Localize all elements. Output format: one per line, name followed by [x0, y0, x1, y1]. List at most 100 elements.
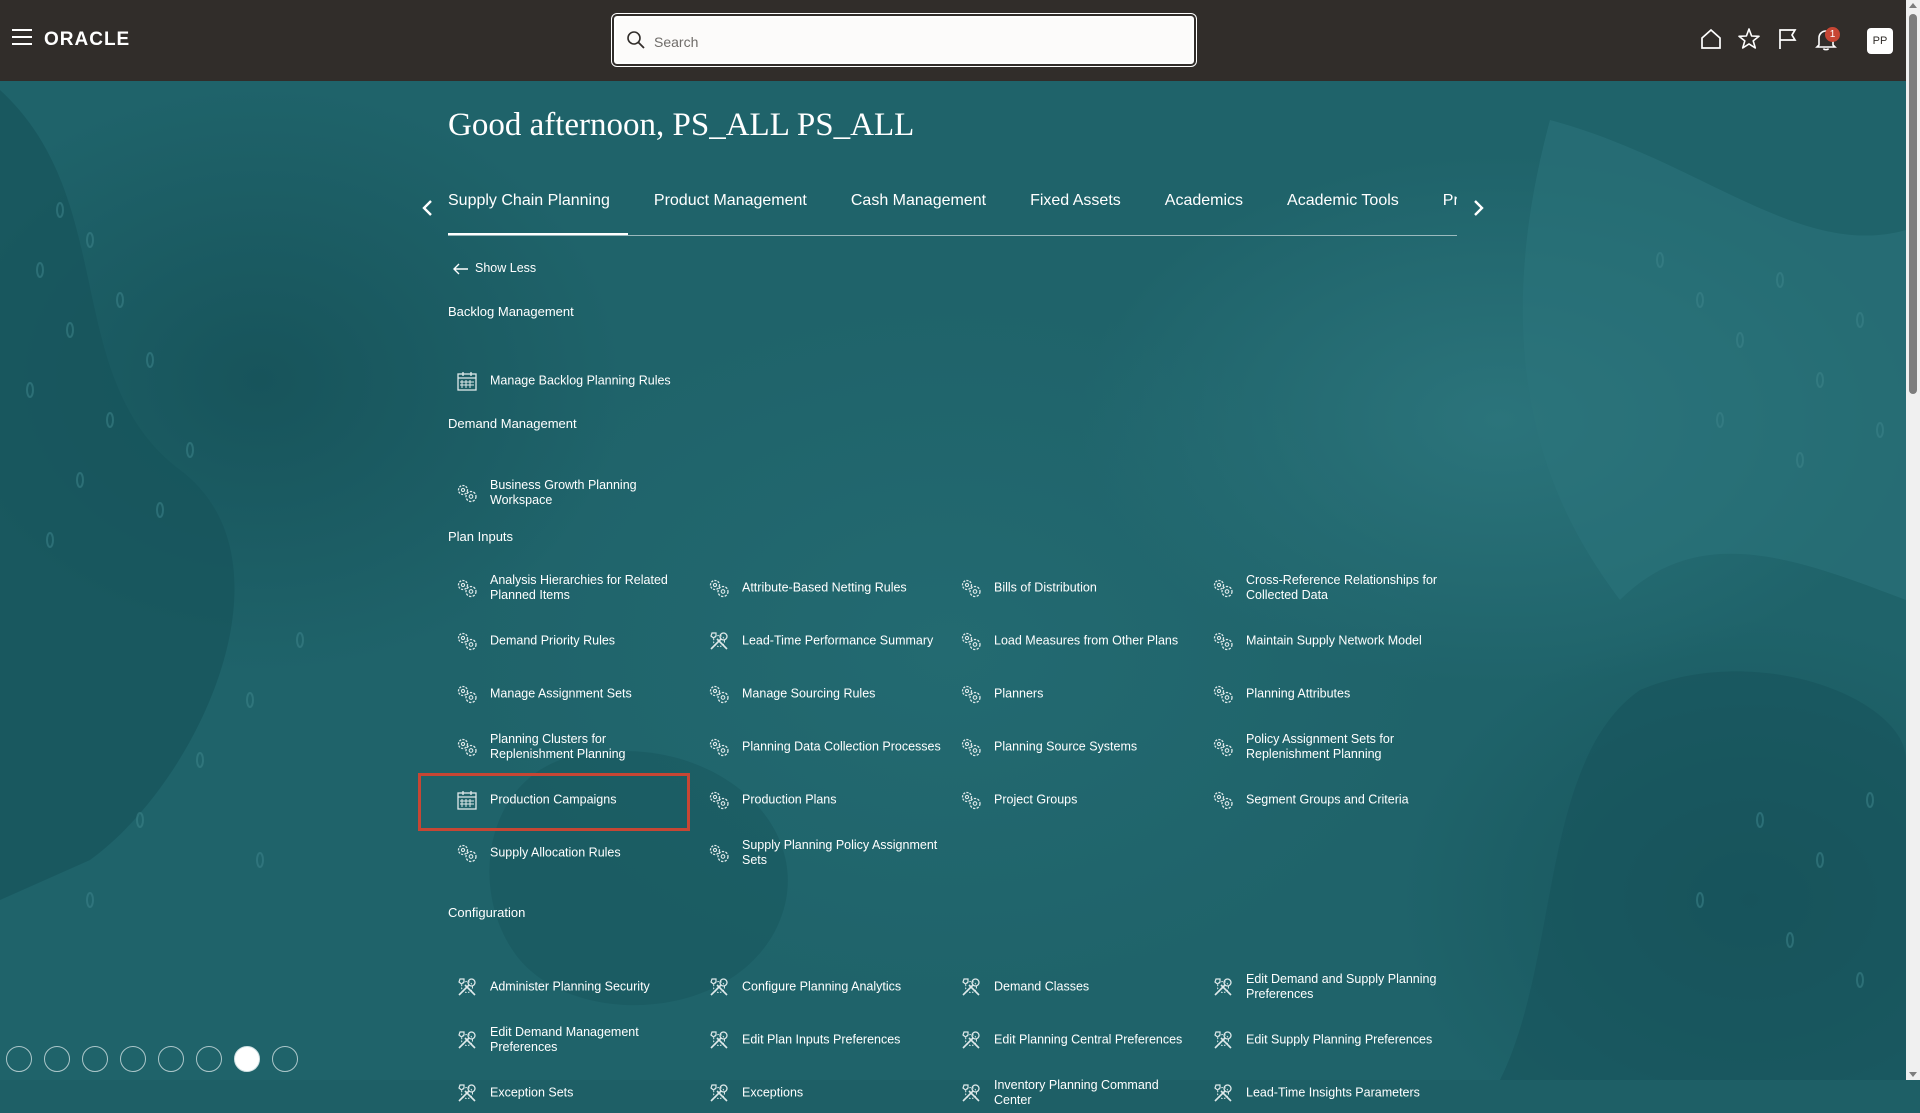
tab-list: Supply Chain Planning Product Management C…	[448, 181, 1457, 236]
section-title-demand-management: Demand Management	[448, 416, 577, 431]
section-title-backlog-management: Backlog Management	[448, 304, 574, 319]
tab-supply-chain-planning[interactable]: Supply Chain Planning	[448, 181, 628, 235]
task-inventory-planning-command-center[interactable]: Inventory Planning Command Center	[952, 1073, 1192, 1113]
task-edit-planning-central-preferences[interactable]: Edit Planning Central Preferences	[952, 1020, 1192, 1060]
search-box[interactable]	[614, 16, 1194, 64]
task-label: Inventory Planning Command Center	[994, 1078, 1159, 1107]
tools-icon	[959, 975, 983, 999]
task-edit-demand-management-preferences[interactable]: Edit Demand Management Preferences	[448, 1020, 688, 1060]
gears-icon	[707, 576, 731, 600]
gears-icon	[455, 735, 479, 759]
user-avatar[interactable]: PP	[1867, 28, 1893, 54]
task-load-measures-from-other-plans[interactable]: Load Measures from Other Plans	[952, 621, 1192, 661]
video-camera-icon[interactable]	[234, 1046, 260, 1072]
task-label: Lead-Time Performance Summary	[742, 633, 934, 648]
task-configure-planning-analytics[interactable]: Configure Planning Analytics	[700, 967, 940, 1007]
gears-icon	[707, 788, 731, 812]
search-icon	[627, 31, 645, 49]
zoom-icon[interactable]	[158, 1046, 184, 1072]
more-options-icon[interactable]	[272, 1046, 298, 1072]
hamburger-menu-icon[interactable]	[12, 29, 32, 47]
home-icon[interactable]	[1698, 26, 1724, 52]
tools-icon	[455, 975, 479, 999]
task-business-growth-planning-workspace[interactable]: Business Growth Planning Workspace	[448, 473, 688, 513]
gears-icon	[959, 576, 983, 600]
task-segment-groups-and-criteria[interactable]: Segment Groups and Criteria	[1204, 780, 1444, 820]
task-manage-backlog-planning-rules[interactable]: Manage Backlog Planning Rules	[448, 361, 688, 401]
task-lead-time-insights-parameters[interactable]: Lead-Time Insights Parameters	[1204, 1073, 1444, 1113]
tools-icon	[707, 1028, 731, 1052]
gears-icon	[707, 682, 731, 706]
tabs-scroll-left-icon[interactable]	[420, 198, 436, 218]
task-planning-source-systems[interactable]: Planning Source Systems	[952, 727, 1192, 767]
scrollbar-thumb[interactable]	[1909, 14, 1917, 394]
gears-icon	[959, 788, 983, 812]
task-label: Segment Groups and Criteria	[1246, 792, 1409, 807]
task-exception-sets[interactable]: Exception Sets	[448, 1073, 688, 1113]
caption-icon[interactable]	[196, 1046, 222, 1072]
task-lead-time-performance-summary[interactable]: Lead-Time Performance Summary	[700, 621, 940, 661]
gears-icon	[959, 735, 983, 759]
tools-icon	[455, 1081, 479, 1105]
task-label: Project Groups	[994, 792, 1078, 807]
task-planning-clusters-for-replenishment-planning[interactable]: Planning Clusters for Replenishment Plan…	[448, 727, 688, 767]
back-icon[interactable]	[6, 1046, 32, 1072]
task-production-plans[interactable]: Production Plans	[700, 780, 940, 820]
show-less-link[interactable]: Show Less	[453, 261, 536, 275]
tab-fixed-assets[interactable]: Fixed Assets	[1012, 181, 1139, 233]
task-bills-of-distribution[interactable]: Bills of Distribution	[952, 568, 1192, 608]
oracle-logo[interactable]: ORACLE	[44, 29, 130, 51]
task-label: Maintain Supply Network Model	[1246, 633, 1422, 648]
tab-academic-tools[interactable]: Academic Tools	[1269, 181, 1417, 233]
tabs-scroll-right-icon[interactable]	[1470, 198, 1486, 218]
task-label: Exception Sets	[490, 1085, 574, 1100]
task-planners[interactable]: Planners	[952, 674, 1192, 714]
task-project-groups[interactable]: Project Groups	[952, 780, 1192, 820]
favorites-star-icon[interactable]	[1736, 26, 1762, 52]
gears-icon	[1211, 629, 1235, 653]
task-edit-demand-and-supply-planning-preferences[interactable]: Edit Demand and Supply Planning Preferen…	[1204, 967, 1444, 1007]
task-demand-classes[interactable]: Demand Classes	[952, 967, 1192, 1007]
tab-academics[interactable]: Academics	[1147, 181, 1261, 233]
task-planning-attributes[interactable]: Planning Attributes	[1204, 674, 1444, 714]
tab-product-management[interactable]: Product Management	[636, 181, 825, 233]
tab-procurement[interactable]: Procurement	[1425, 181, 1457, 233]
tools-icon	[455, 1028, 479, 1052]
task-edit-plan-inputs-preferences[interactable]: Edit Plan Inputs Preferences	[700, 1020, 940, 1060]
gears-icon	[707, 735, 731, 759]
forward-icon[interactable]	[44, 1046, 70, 1072]
task-supply-allocation-rules[interactable]: Supply Allocation Rules	[448, 833, 688, 873]
task-planning-data-collection-processes[interactable]: Planning Data Collection Processes	[700, 727, 941, 767]
highlight-box-production-campaigns	[418, 773, 690, 831]
pen-icon[interactable]	[82, 1046, 108, 1072]
task-administer-planning-security[interactable]: Administer Planning Security	[448, 967, 688, 1007]
task-attribute-based-netting-rules[interactable]: Attribute-Based Netting Rules	[700, 568, 940, 608]
task-maintain-supply-network-model[interactable]: Maintain Supply Network Model	[1204, 621, 1444, 661]
task-exceptions[interactable]: Exceptions	[700, 1073, 940, 1113]
gears-icon	[959, 682, 983, 706]
task-label: Production Plans	[742, 792, 837, 807]
task-supply-planning-policy-assignment-sets[interactable]: Supply Planning Policy Assignment Sets	[700, 833, 940, 873]
task-manage-sourcing-rules[interactable]: Manage Sourcing Rules	[700, 674, 940, 714]
task-label: Supply Planning Policy Assignment Sets	[742, 838, 938, 867]
task-manage-assignment-sets[interactable]: Manage Assignment Sets	[448, 674, 688, 714]
task-demand-priority-rules[interactable]: Demand Priority Rules	[448, 621, 688, 661]
task-label: Manage Backlog Planning Rules	[490, 373, 671, 388]
search-input[interactable]	[652, 28, 1176, 56]
task-label: Planners	[994, 686, 1044, 701]
task-label: Edit Demand and Supply Planning Preferen…	[1246, 972, 1437, 1001]
task-analysis-hierarchies-for-related-planned-items[interactable]: Analysis Hierarchies for Related Planned…	[448, 568, 688, 608]
task-label: Configure Planning Analytics	[742, 979, 902, 994]
task-cross-reference-relationships-for-collected-data[interactable]: Cross-Reference Relationships for Collec…	[1204, 568, 1444, 608]
layout-icon[interactable]	[120, 1046, 146, 1072]
gears-icon	[1211, 788, 1235, 812]
flag-icon[interactable]	[1774, 26, 1800, 52]
scroll-up-arrow-icon[interactable]	[1909, 3, 1917, 8]
tab-cash-management[interactable]: Cash Management	[833, 181, 1004, 233]
task-policy-assignment-sets-for-replenishment-planning[interactable]: Policy Assignment Sets for Replenishment…	[1204, 727, 1444, 767]
task-label: Policy Assignment Sets for Replenishment…	[1246, 732, 1394, 761]
task-edit-supply-planning-preferences[interactable]: Edit Supply Planning Preferences	[1204, 1020, 1444, 1060]
page-scrollbar[interactable]	[1906, 0, 1920, 1080]
show-less-label: Show Less	[475, 261, 537, 275]
scroll-down-arrow-icon[interactable]	[1909, 1072, 1917, 1077]
